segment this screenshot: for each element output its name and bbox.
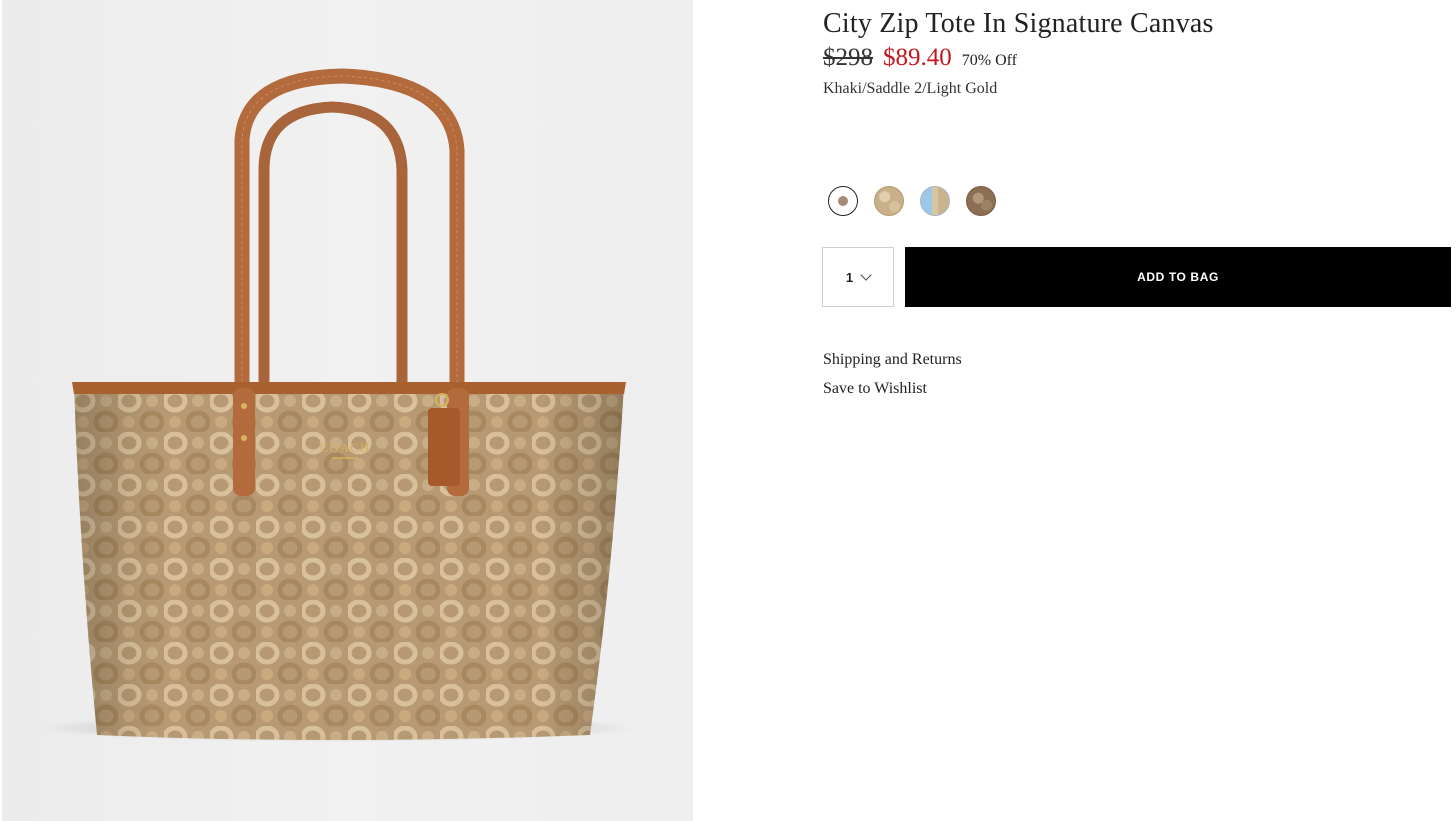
color-swatches (828, 186, 1012, 216)
shipping-returns-link[interactable]: Shipping and Returns (823, 351, 962, 369)
back-handle (258, 101, 408, 384)
bag-logo: COACH (320, 440, 371, 455)
quantity-value: 1 (845, 269, 854, 285)
product-image[interactable]: COACH (2, 0, 693, 821)
swatch-brown[interactable] (966, 186, 996, 216)
swatch-khaki-saddle-selected[interactable] (828, 186, 858, 216)
top-trim (72, 382, 626, 394)
product-page: COACH City Zip Tote In Signature Canvas … (0, 0, 1456, 821)
original-price: $298 (823, 44, 873, 71)
sale-price: $89.40 (883, 44, 952, 71)
swatch-blue[interactable] (920, 186, 950, 216)
selected-color-name: Khaki/Saddle 2/Light Gold (823, 80, 998, 97)
product-title: City Zip Tote In Signature Canvas (823, 8, 1214, 39)
discount-label: 70% Off (961, 52, 1017, 69)
quantity-select[interactable]: 1 (822, 247, 894, 307)
swatch-khaki[interactable] (874, 186, 904, 216)
save-to-wishlist-link[interactable]: Save to Wishlist (823, 380, 962, 398)
hang-tag (428, 408, 460, 486)
tote-bag-illustration: COACH (37, 68, 637, 742)
add-to-bag-button[interactable]: ADD TO BAG (905, 247, 1451, 307)
price-row: $298 $89.40 70% Off (823, 44, 1017, 72)
product-links: Shipping and Returns Save to Wishlist (823, 351, 962, 409)
chevron-down-icon (860, 269, 872, 281)
